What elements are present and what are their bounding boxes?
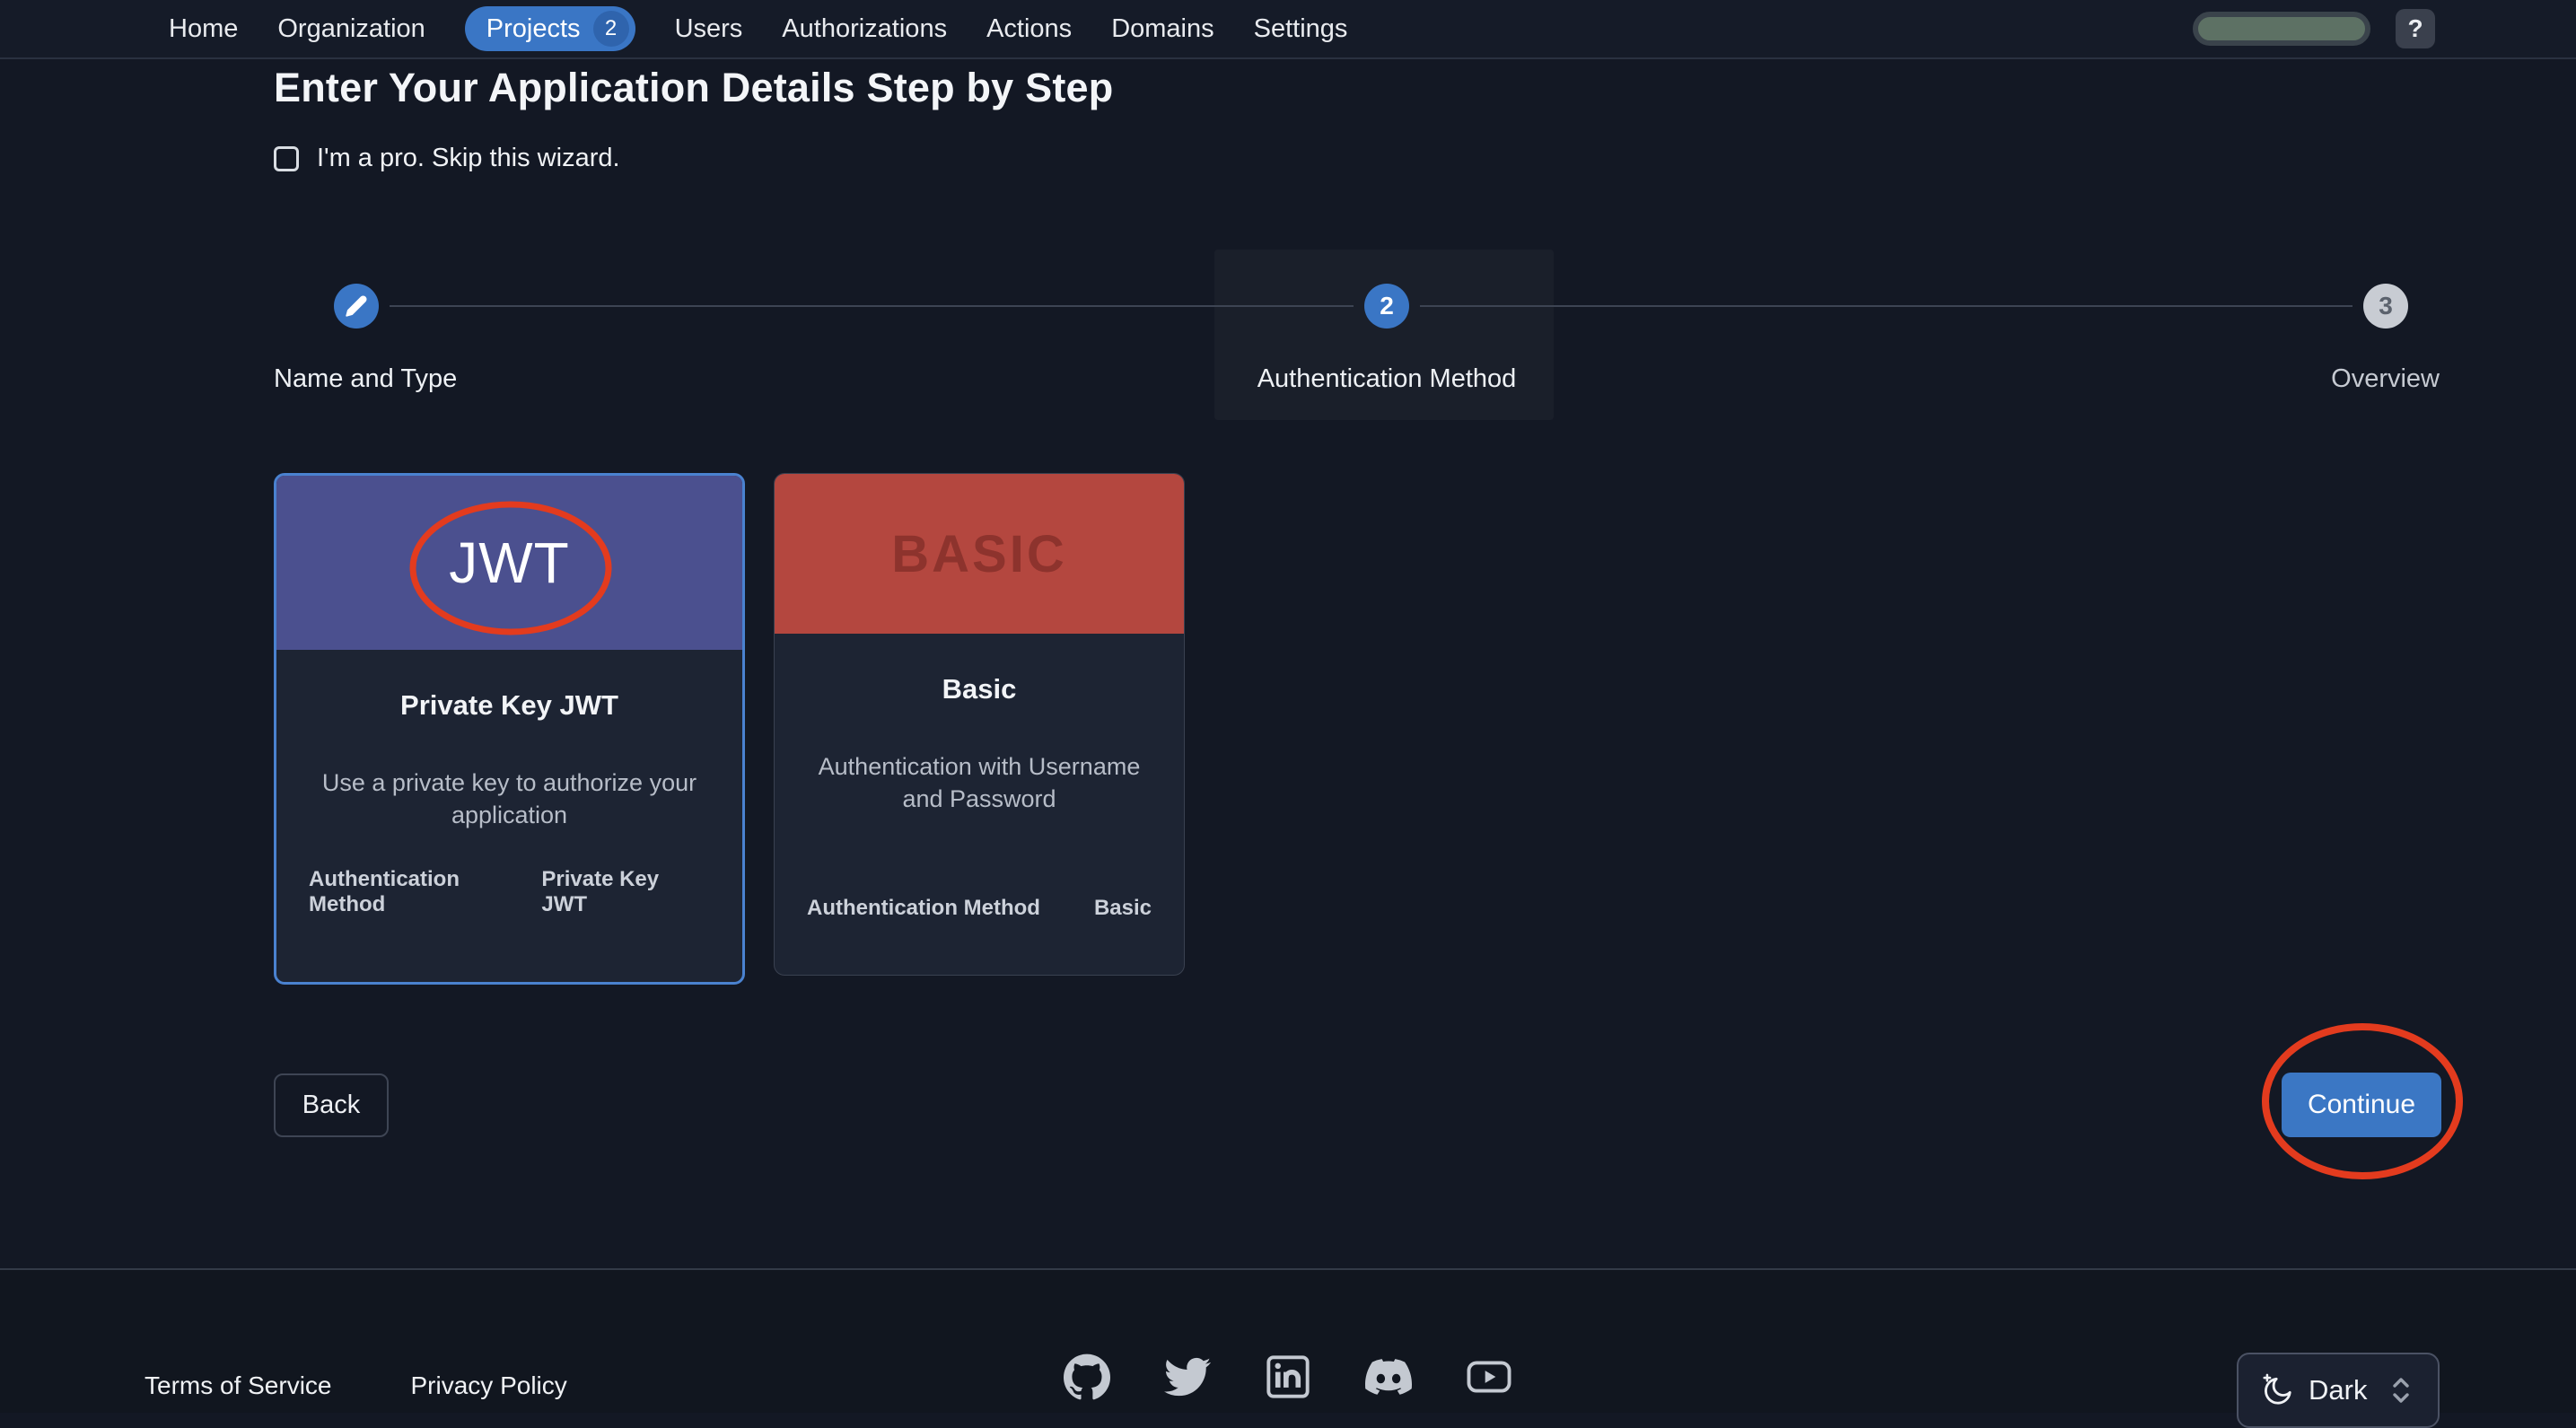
social-links <box>1064 1354 1512 1400</box>
projects-count-badge: 2 <box>593 11 629 47</box>
skip-wizard-checkbox[interactable] <box>274 146 299 171</box>
step-connector-2 <box>1420 305 2353 307</box>
step-3-circle: 3 <box>2363 284 2408 329</box>
skip-wizard-row: I'm a pro. Skip this wizard. <box>274 144 620 173</box>
step-2-number: 2 <box>1380 292 1394 320</box>
active-step-highlight <box>1214 250 1554 420</box>
card-title: Basic <box>775 673 1184 705</box>
card-basic[interactable]: BASIC Basic Authentication with Username… <box>774 473 1185 976</box>
step-1-label: Name and Type <box>274 364 457 394</box>
back-button[interactable]: Back <box>274 1073 389 1137</box>
page-title: Enter Your Application Details Step by S… <box>274 65 1113 111</box>
card-attribute-row: Authentication Method Private Key JWT <box>309 867 710 917</box>
step-2-label: Authentication Method <box>1257 364 1517 394</box>
continue-button[interactable]: Continue <box>2282 1073 2441 1137</box>
card-attribute-value: Basic <box>1094 896 1152 921</box>
step-2-circle[interactable]: 2 <box>1364 284 1409 329</box>
github-icon[interactable] <box>1064 1354 1110 1400</box>
nav-items: Home Organization Projects 2 Users Autho… <box>169 6 1347 51</box>
nav-item-authorizations[interactable]: Authorizations <box>782 14 947 44</box>
nav-item-domains[interactable]: Domains <box>1111 14 1214 44</box>
nav-item-settings[interactable]: Settings <box>1254 14 1348 44</box>
card-attribute-value: Private Key JWT <box>541 867 710 917</box>
step-1-circle[interactable] <box>334 284 379 329</box>
chevron-up-down-icon <box>2390 1375 2412 1406</box>
moon-icon <box>2260 1373 2294 1407</box>
theme-selector[interactable]: Dark <box>2237 1353 2440 1428</box>
nav-item-actions[interactable]: Actions <box>986 14 1072 44</box>
twitter-icon[interactable] <box>1164 1354 1211 1400</box>
card-description: Authentication with Username and Passwor… <box>775 750 1184 816</box>
jwt-logo: JWT <box>449 530 570 596</box>
skip-wizard-label: I'm a pro. Skip this wizard. <box>317 144 620 173</box>
nav-item-projects-label: Projects <box>486 14 581 44</box>
card-title: Private Key JWT <box>276 689 742 722</box>
terms-of-service-link[interactable]: Terms of Service <box>145 1371 332 1400</box>
nav-item-home[interactable]: Home <box>169 14 238 44</box>
theme-selected-value: Dark <box>2309 1374 2367 1406</box>
step-connector-1 <box>390 305 1354 307</box>
auth-method-cards: JWT Private Key JWT Use a private key to… <box>274 473 1185 985</box>
step-3-label: Overview <box>2331 364 2440 394</box>
privacy-policy-link[interactable]: Privacy Policy <box>411 1371 567 1400</box>
card-attribute-label: Authentication Method <box>309 867 541 917</box>
footer-links: Terms of Service Privacy Policy <box>145 1371 567 1400</box>
wizard-stepper: 2 3 Name and Type Authentication Method … <box>0 250 2576 420</box>
card-description: Use a private key to authorize your appl… <box>276 767 742 832</box>
card-private-key-jwt-header: JWT <box>276 476 742 650</box>
discord-icon[interactable] <box>1365 1354 1412 1400</box>
top-navbar: Home Organization Projects 2 Users Autho… <box>0 0 2576 59</box>
edit-icon <box>345 294 368 318</box>
nav-item-users[interactable]: Users <box>675 14 743 44</box>
card-attribute-label: Authentication Method <box>807 896 1040 921</box>
nav-item-organization[interactable]: Organization <box>277 14 425 44</box>
youtube-icon[interactable] <box>1466 1354 1512 1400</box>
nav-item-projects[interactable]: Projects 2 <box>465 6 635 51</box>
footer: Terms of Service Privacy Policy Da <box>0 1268 2576 1413</box>
help-button[interactable]: ? <box>2396 9 2435 48</box>
card-private-key-jwt[interactable]: JWT Private Key JWT Use a private key to… <box>274 473 745 985</box>
redacted-account-pill[interactable] <box>2193 12 2370 46</box>
step-3-number: 3 <box>2379 292 2393 320</box>
basic-logo: BASIC <box>891 524 1066 584</box>
card-basic-header: BASIC <box>775 474 1184 634</box>
linkedin-icon[interactable] <box>1265 1354 1311 1400</box>
nav-right-section: ? <box>2193 9 2435 48</box>
card-attribute-row: Authentication Method Basic <box>807 896 1152 921</box>
